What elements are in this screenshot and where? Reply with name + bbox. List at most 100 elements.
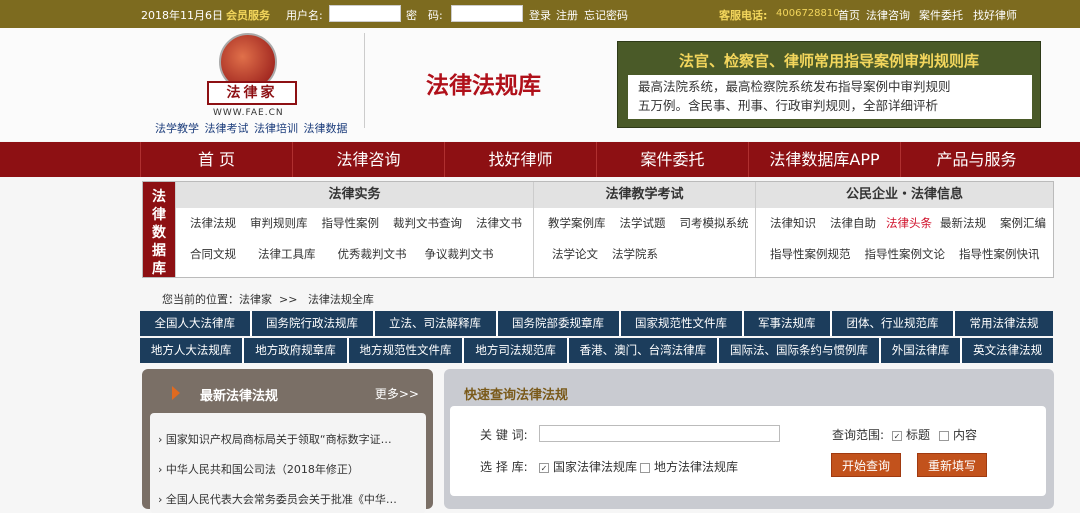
category-link-highlight[interactable]: 法律头条 [886,216,932,230]
breadcrumb: 您当前的位置：法律家 >> 法律法规全库 [162,291,374,307]
arrow-icon [172,386,180,400]
national-library-checkbox[interactable]: ✓ 国家法律法规库 [539,458,637,475]
category-link[interactable]: 教学案例库 [548,216,606,230]
top-link-home[interactable]: 首页 [838,7,860,23]
ad-banner[interactable]: 法官、检察官、律师常用指导案例审判规则库 最高法院系统，最高检察院系统发布指导案… [617,41,1041,128]
category-link[interactable]: 法律工具库 [258,247,316,261]
category-practice: 法律实务 法律法规 审判规则库 指导性案例 裁判文书查询 法律文书 合同文规 法律工具库 优… [175,182,533,277]
breadcrumb-home[interactable]: 法律家 [239,293,272,306]
category-link[interactable]: 争议裁判文书 [425,247,494,261]
hotline-number: 4006728810 [776,8,840,19]
breadcrumb-current: 法律法规全库 [307,293,374,306]
banner-line: 最高法院系统，最高检察院系统发布指导案例中审判规则 [638,79,951,94]
breadcrumb-label: 您当前的位置： [162,293,239,306]
category-title: 公民企业・法律信息 [756,182,1053,208]
password-input[interactable] [451,5,523,22]
top-bar: 2018年11月6日 会员服务 用户名: 密 码: 登录 注册 忘记密码 客服电… [0,0,1080,28]
category-title: 法律教学考试 [534,182,755,208]
list-item[interactable]: › 全国人民代表大会常务委员会关于批准《中华… [150,487,426,513]
library-link[interactable]: 立法、司法解释库 [375,311,498,336]
logo-link[interactable]: 法律考试 [205,122,249,135]
top-link-lawyer[interactable]: 找好律师 [973,7,1017,23]
scope-title-checkbox[interactable]: ✓ 标题 [892,426,930,443]
library-link[interactable]: 全国人大法律库 [140,311,252,336]
category-link[interactable]: 指导性案例文论 [865,247,946,261]
site-logo[interactable]: 法律家 WWW.FAE.CN [205,33,300,118]
category-side-label: 法律数据库 [143,182,175,277]
scope-label: 查询范围: [832,428,885,442]
library-link[interactable]: 香港、澳门、台湾法律库 [569,338,720,363]
database-categories: 法律数据库 法律实务 法律法规 审判规则库 指导性案例 裁判文书查询 法律文书 合同文规… [142,181,1054,278]
username-input[interactable] [329,5,401,22]
library-link[interactable]: 地方司法规范库 [464,338,569,363]
top-link-consult[interactable]: 法律咨询 [866,7,910,23]
username-label: 用户名: [286,9,323,22]
quick-search-title: 快速查询法律法规 [464,388,569,403]
quick-search-panel: 快速查询法律法规 关 键 词: 查询范围: ✓ 标题 内容 选 择 库: ✓ 国家法… [444,369,1054,509]
library-row-national: 全国人大法律库 国务院行政法规库 立法、司法解释库 国务院部委规章库 国家规范性文件库军… [140,311,1053,336]
category-link[interactable]: 法律自助 [830,216,876,230]
library-link[interactable]: 团体、行业规范库 [832,311,955,336]
banner-line: 五万例。含民事、刑事、行政审判规则，全部详细评析 [638,98,939,113]
local-library-checkbox[interactable]: 地方法律法规库 [640,458,738,475]
list-item[interactable]: › 国家知识产权局商标局关于领取“商标数字证… [150,427,426,453]
member-service-link[interactable]: 会员服务 [226,7,270,23]
library-link[interactable]: 英文法律法规 [962,338,1053,363]
nav-find-lawyer[interactable]: 找好律师 [444,142,596,177]
library-link[interactable]: 国家规范性文件库 [621,311,744,336]
logo-links: 法学教学 法律考试 法律培训 法律数据 [155,120,348,136]
keyword-label: 关 键 词: [480,428,528,442]
more-link[interactable]: 更多>> [375,385,419,402]
library-link[interactable]: 地方人大法规库 [140,338,245,363]
keyword-input[interactable] [539,425,780,442]
nav-case[interactable]: 案件委托 [596,142,748,177]
nav-products[interactable]: 产品与服务 [900,142,1052,177]
forgot-password-link[interactable]: 忘记密码 [584,7,628,23]
logo-link[interactable]: 法律数据 [304,122,348,135]
scope-content-checkbox[interactable]: 内容 [939,426,977,443]
library-link[interactable]: 国际法、国际条约与惯例库 [719,338,881,363]
category-link[interactable]: 指导性案例规范 [770,247,851,261]
top-link-case[interactable]: 案件委托 [919,7,963,23]
library-link[interactable]: 国务院行政法规库 [252,311,375,336]
category-link[interactable]: 合同文规 [190,247,236,261]
date: 2018年11月6日 [141,9,223,22]
search-button[interactable]: 开始查询 [831,453,901,477]
latest-laws-title: 最新法律法规 [200,389,279,404]
library-link[interactable]: 地方政府规章库 [244,338,349,363]
category-link[interactable]: 法律文书 [476,216,522,230]
library-link[interactable]: 军事法规库 [744,311,832,336]
category-education: 法律教学考试 教学案例库 法学试题 司考模拟系统 法学论文 法学院系 [533,182,755,277]
category-link[interactable]: 指导性案例 [322,216,380,230]
reset-button[interactable]: 重新填写 [917,453,987,477]
library-label: 选 择 库: [480,460,528,474]
library-link[interactable]: 常用法律法规 [955,311,1053,336]
list-item[interactable]: › 中华人民共和国公司法（2018年修正） [150,457,426,483]
library-link[interactable]: 国务院部委规章库 [498,311,621,336]
category-link[interactable]: 司考模拟系统 [680,216,749,230]
logo-link[interactable]: 法学教学 [155,122,199,135]
category-link[interactable]: 审判规则库 [250,216,308,230]
category-link[interactable]: 优秀裁判文书 [338,247,407,261]
login-link[interactable]: 登录 [529,7,551,23]
register-link[interactable]: 注册 [556,7,578,23]
library-link[interactable]: 地方规范性文件库 [349,338,465,363]
category-link[interactable]: 裁判文书查询 [393,216,462,230]
library-link[interactable]: 外国法律库 [881,338,963,363]
page-title: 法律法规库 [426,73,541,99]
nav-consult[interactable]: 法律咨询 [292,142,444,177]
nav-app[interactable]: 法律数据库APP [748,142,900,177]
nav-home[interactable]: 首 页 [140,142,292,177]
logo-link[interactable]: 法律培训 [254,122,298,135]
category-link[interactable]: 法学院系 [612,247,658,261]
category-link[interactable]: 法学试题 [620,216,666,230]
logo-url: WWW.FAE.CN [213,108,284,118]
category-link[interactable]: 法律知识 [770,216,816,230]
latest-laws-panel: 最新法律法规 更多>> › 国家知识产权局商标局关于领取“商标数字证… › 中华… [142,369,433,513]
category-link[interactable]: 案例汇编 [1000,216,1046,230]
category-link[interactable]: 指导性案例快讯 [959,247,1040,261]
category-link[interactable]: 法律法规 [190,216,236,230]
category-link[interactable]: 法学论文 [552,247,598,261]
library-row-local: 地方人大法规库 地方政府规章库 地方规范性文件库 地方司法规范库 香港、澳门、台湾法律库… [140,338,1053,363]
category-link[interactable]: 最新法规 [940,216,986,230]
